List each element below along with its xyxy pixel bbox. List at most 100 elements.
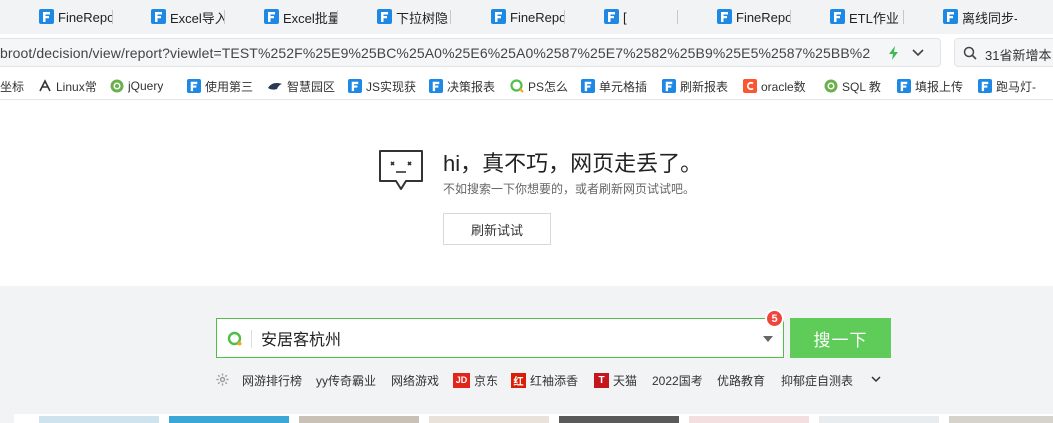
jquery-icon bbox=[824, 79, 838, 93]
qihoo-search-icon bbox=[227, 331, 242, 346]
bookmark-4[interactable]: 智慧园区 bbox=[267, 72, 337, 100]
bookmark-label: JS实现获 bbox=[366, 79, 416, 94]
jquery-icon bbox=[110, 79, 124, 93]
bookmark-12[interactable]: 填报上传 bbox=[897, 72, 967, 100]
bookmark-13[interactable]: 跑马灯- bbox=[978, 72, 1048, 100]
bookmark-11[interactable]: SQL 教 bbox=[824, 72, 886, 100]
hongxiu-icon: 红 bbox=[511, 372, 526, 388]
tab-3[interactable]: 下拉树隐 bbox=[338, 0, 451, 34]
hot-link-1[interactable]: yy传奇霸业 bbox=[316, 370, 376, 390]
search-input[interactable] bbox=[261, 324, 741, 352]
retry-button[interactable]: 刷新试试 bbox=[443, 213, 551, 245]
broken-page-icon bbox=[379, 150, 423, 190]
hot-link-6[interactable]: 2022国考 bbox=[652, 370, 703, 390]
finereport-icon bbox=[429, 79, 443, 93]
url-text[interactable]: broot/decision/view/report?viewlet=TEST%… bbox=[0, 45, 880, 61]
chevron-down-icon[interactable] bbox=[912, 48, 924, 58]
bookmark-label: 使用第三 bbox=[205, 79, 253, 94]
news-card-thumbnail[interactable] bbox=[559, 416, 679, 423]
tab-2[interactable]: Excel批量 bbox=[225, 0, 338, 34]
bookmark-8[interactable]: 单元格插 bbox=[581, 72, 649, 100]
hot-link-4[interactable]: 红 红袖添香 bbox=[511, 370, 578, 390]
tab-1[interactable]: Excel导入 bbox=[112, 0, 225, 34]
bird-icon bbox=[268, 83, 282, 90]
chevron-down-icon[interactable] bbox=[871, 376, 881, 383]
bookmark-9[interactable]: 刷新报表 bbox=[662, 72, 730, 100]
tab-6[interactable]: FineRepo bbox=[678, 0, 791, 34]
tab-title: FineRepo bbox=[58, 9, 113, 25]
error-title: hi，真不巧，网页走丢了。 bbox=[443, 151, 703, 176]
hot-link-3[interactable]: JD 京东 bbox=[453, 370, 498, 390]
news-card-thumbnail[interactable] bbox=[429, 416, 549, 423]
news-card-thumbnail[interactable] bbox=[949, 416, 1053, 423]
tab-title: FineRepo bbox=[736, 9, 791, 25]
tab-title: 下拉树隐 bbox=[396, 10, 449, 26]
finereport-icon bbox=[377, 9, 392, 24]
bookmark-3[interactable]: 使用第三 bbox=[187, 72, 253, 100]
linux-icon bbox=[39, 79, 51, 92]
tab-4[interactable]: FineRepo bbox=[452, 0, 565, 34]
tab-title: Excel批量 bbox=[283, 10, 338, 26]
address-bar[interactable]: broot/decision/view/report?viewlet=TEST%… bbox=[0, 38, 941, 67]
bookmark-1[interactable]: Linux常 bbox=[38, 72, 100, 100]
bookmarks-bar: 坐标 Linux常 jQuery 使用第三 智慧园区 JS实现获 决策报表 PS… bbox=[0, 72, 1053, 100]
bookmark-6[interactable]: 决策报表 bbox=[429, 72, 497, 100]
finereport-icon bbox=[717, 9, 732, 24]
search-button[interactable]: 搜一下 bbox=[790, 318, 891, 358]
finereport-icon bbox=[943, 9, 958, 24]
finereport-icon bbox=[264, 9, 279, 24]
bookmark-10[interactable]: oracle数 bbox=[743, 72, 813, 100]
finereport-icon bbox=[830, 9, 845, 24]
news-cards-strip bbox=[14, 414, 1053, 423]
top-search-box[interactable]: 31省新增本 bbox=[954, 38, 1053, 67]
hot-link-8[interactable]: 抑郁症自测表 bbox=[781, 370, 853, 390]
error-subtitle: 不如搜索一下你想要的，或者刷新网页试试吧。 bbox=[443, 182, 696, 196]
news-card-thumbnail[interactable] bbox=[169, 416, 289, 423]
bookmark-label: 填报上传 bbox=[915, 79, 964, 94]
finereport-icon bbox=[348, 79, 362, 93]
tab-title: Excel导入 bbox=[170, 10, 225, 26]
finereport-icon bbox=[151, 9, 166, 24]
finereport-icon bbox=[897, 79, 911, 93]
bookmark-label: Linux常 bbox=[56, 79, 97, 94]
lightning-icon[interactable] bbox=[888, 46, 900, 60]
search-icon bbox=[963, 46, 977, 60]
finereport-icon bbox=[662, 79, 676, 93]
address-bar-row: broot/decision/view/report?viewlet=TEST%… bbox=[0, 34, 1053, 72]
tab-7[interactable]: ETL作业 bbox=[791, 0, 904, 34]
tmall-icon: T bbox=[594, 372, 609, 388]
search-box[interactable] bbox=[216, 318, 784, 358]
news-card-thumbnail[interactable] bbox=[39, 416, 159, 423]
tab-title: 离线同步- bbox=[962, 10, 1017, 26]
news-card-thumbnail[interactable] bbox=[299, 416, 419, 423]
news-card-thumbnail[interactable] bbox=[819, 416, 939, 423]
news-card-thumbnail[interactable] bbox=[689, 416, 809, 423]
tab-strip: FineRepo Excel导入 Excel批量 下拉树隐 FineRepo [… bbox=[0, 0, 1053, 34]
finereport-icon bbox=[491, 9, 506, 24]
jd-icon: JD bbox=[453, 372, 470, 388]
tab-0[interactable]: FineRepo bbox=[0, 0, 113, 34]
bookmark-label: 坐标 bbox=[0, 79, 25, 94]
bookmark-2[interactable]: jQuery bbox=[110, 72, 176, 100]
bookmark-5[interactable]: JS实现获 bbox=[348, 72, 416, 100]
hot-links-row: 网游排行榜 yy传奇霸业 网络游戏 JD 京东 红 红袖添香 T 天猫 2022… bbox=[216, 370, 896, 390]
tab-title: [ bbox=[623, 9, 627, 25]
hot-link-0[interactable]: 网游排行榜 bbox=[242, 370, 302, 390]
gear-icon[interactable] bbox=[216, 373, 229, 386]
bookmark-label: oracle数 bbox=[761, 79, 806, 94]
hot-link-2[interactable]: 网络游戏 bbox=[391, 370, 439, 390]
tab-title: FineRepo bbox=[510, 9, 565, 25]
bookmark-label: SQL 教 bbox=[842, 79, 881, 94]
hot-link-5[interactable]: T 天猫 bbox=[594, 370, 637, 390]
hot-link-7[interactable]: 优路教育 bbox=[717, 370, 765, 390]
bookmark-label: 智慧园区 bbox=[287, 79, 336, 94]
bookmark-label: 刷新报表 bbox=[680, 79, 729, 94]
bookmark-label: 决策报表 bbox=[447, 79, 496, 94]
qihoo-search-icon bbox=[510, 79, 524, 93]
caret-down-icon[interactable] bbox=[763, 336, 773, 342]
tab-8[interactable]: 离线同步- bbox=[904, 0, 1017, 34]
bookmark-0[interactable]: 坐标 bbox=[0, 72, 30, 100]
bookmark-7[interactable]: PS怎么 bbox=[510, 72, 570, 100]
finereport-icon bbox=[39, 9, 54, 24]
tab-5[interactable]: [ bbox=[565, 0, 678, 34]
